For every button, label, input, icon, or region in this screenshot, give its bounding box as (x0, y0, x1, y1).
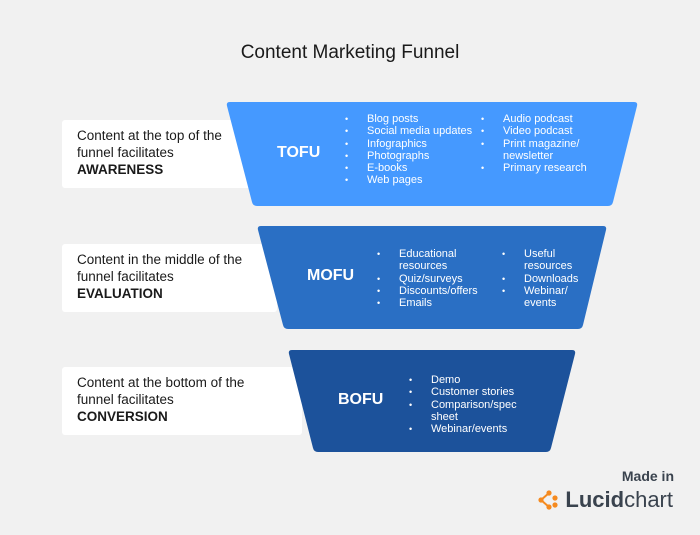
list-item: Quiz/surveys (377, 273, 492, 286)
list-item: Print magazine/ newsletter (481, 138, 591, 163)
list-item: Comparison/spec sheet (409, 399, 517, 424)
list-item: Demo (409, 374, 521, 387)
list-item: Infographics (345, 138, 475, 151)
made-in-text: Made in (621, 468, 674, 484)
list-item: Emails (377, 297, 492, 310)
brand-name-bold: Lucid (565, 487, 625, 512)
list-item: Webinar/events (409, 423, 521, 436)
list-item: Web pages (345, 174, 475, 187)
list-item: E-books (345, 162, 475, 175)
tofu-list-col-2: Audio podcast Video podcast Print magazi… (481, 113, 591, 175)
mofu-list-col-2: Useful resources Downloads Webinar/ even… (502, 248, 582, 309)
list-item: Video podcast (481, 125, 591, 138)
list-item: Audio podcast (481, 113, 591, 126)
bofu-list-col-1: Demo Customer stories Comparison/spec sh… (409, 374, 521, 436)
tofu-list-col-1: Blog posts Social media updates Infograp… (345, 113, 475, 187)
mofu-list-col-1: Educational resources Quiz/surveys Disco… (377, 248, 492, 310)
list-item: Discounts/offers (377, 285, 492, 298)
bofu-stage-name: BOFU (338, 391, 384, 408)
list-item: Useful resources (502, 248, 576, 273)
list-item: Downloads (502, 273, 582, 286)
brand-name-regular: chart (624, 487, 673, 512)
list-item: Customer stories (409, 386, 521, 399)
list-item: Social media updates (345, 125, 475, 138)
tofu-stage-name: TOFU (277, 144, 321, 161)
mofu-stage-name: MOFU (307, 267, 355, 284)
list-item: Blog posts (345, 113, 475, 126)
lucidchart-logo[interactable]: Lucid chart (538, 487, 673, 513)
list-item: Educational resources (377, 248, 461, 273)
list-item: Primary research (481, 162, 591, 175)
list-item: Photographs (345, 150, 475, 163)
lucidchart-logo-icon (538, 490, 559, 510)
list-item: Webinar/ events (502, 285, 576, 310)
